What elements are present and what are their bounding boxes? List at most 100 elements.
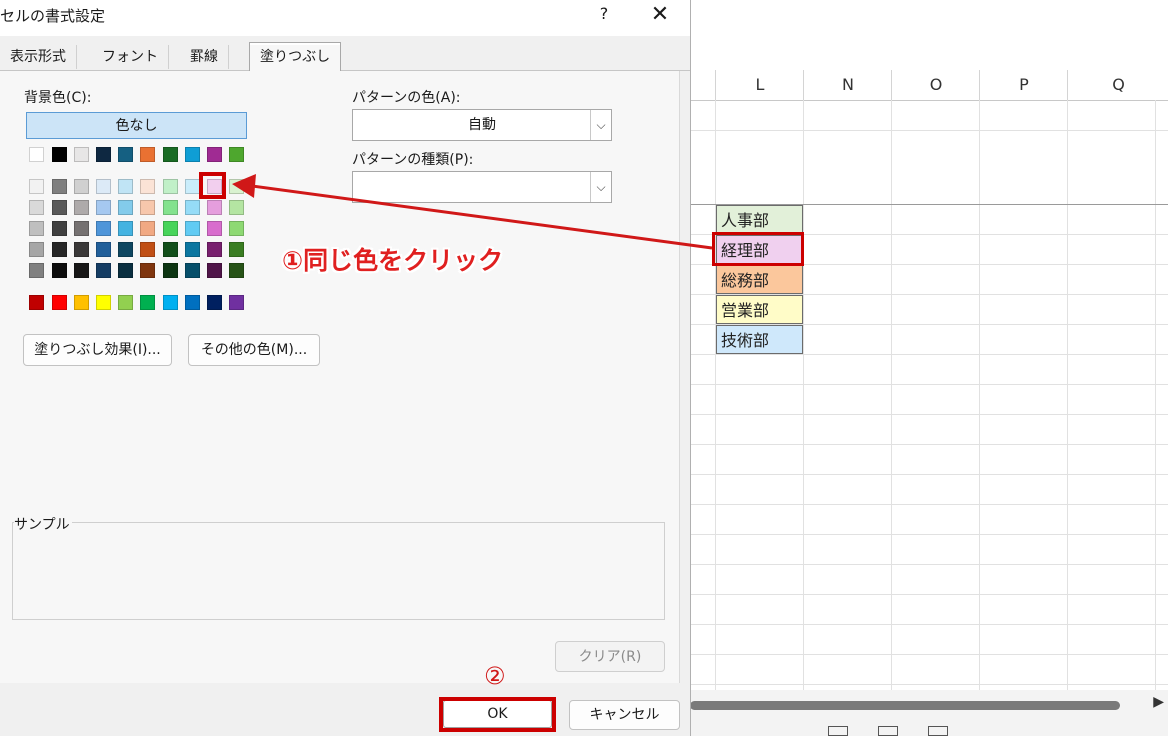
theme-tint-swatch[interactable] <box>52 263 67 278</box>
theme-tint-swatch[interactable] <box>229 179 244 194</box>
standard-color-swatch[interactable] <box>74 295 89 310</box>
theme-tint-swatch[interactable] <box>74 242 89 257</box>
tab-border[interactable]: 罫線 <box>180 45 229 69</box>
theme-tint-swatch[interactable] <box>29 242 44 257</box>
column-header-n[interactable]: N <box>803 70 892 100</box>
theme-color-swatch[interactable] <box>140 147 155 162</box>
standard-color-swatch[interactable] <box>96 295 111 310</box>
tab-number[interactable]: 表示形式 <box>0 45 77 69</box>
standard-color-swatch[interactable] <box>29 295 44 310</box>
standard-color-swatch[interactable] <box>229 295 244 310</box>
cancel-button[interactable]: キャンセル <box>569 700 680 730</box>
cell-eigyobu[interactable]: 営業部 <box>716 295 803 324</box>
more-colors-button[interactable]: その他の色(M)... <box>188 334 320 366</box>
scroll-right-arrow-icon[interactable]: ▶ <box>1153 694 1164 710</box>
no-color-button[interactable]: 色なし <box>26 112 247 139</box>
column-header-o[interactable]: O <box>891 70 980 100</box>
theme-tint-swatch[interactable] <box>163 179 178 194</box>
theme-tint-swatch[interactable] <box>229 263 244 278</box>
column-header-p[interactable]: P <box>979 70 1068 100</box>
theme-color-swatch[interactable] <box>229 147 244 162</box>
theme-tint-swatch[interactable] <box>185 221 200 236</box>
standard-color-swatch[interactable] <box>118 295 133 310</box>
theme-tint-swatch[interactable] <box>118 179 133 194</box>
normal-view-icon[interactable] <box>828 726 848 736</box>
theme-tint-swatch[interactable] <box>140 200 155 215</box>
theme-tint-swatch[interactable] <box>118 242 133 257</box>
dialog-titlebar[interactable]: セルの書式設定 ? ✕ <box>0 0 690 36</box>
fill-effects-button[interactable]: 塗りつぶし効果(I)... <box>23 334 172 366</box>
cell-jinjibu[interactable]: 人事部 <box>716 205 803 234</box>
theme-tint-swatch[interactable] <box>140 179 155 194</box>
chevron-down-icon[interactable]: ⌵ <box>590 172 611 202</box>
pattern-style-select[interactable]: ⌵ <box>352 171 612 203</box>
standard-color-swatch[interactable] <box>163 295 178 310</box>
theme-tint-swatch[interactable] <box>163 242 178 257</box>
theme-tint-swatch[interactable] <box>140 221 155 236</box>
theme-tint-swatch[interactable] <box>229 242 244 257</box>
theme-tint-swatch[interactable] <box>74 221 89 236</box>
theme-tint-swatch[interactable] <box>29 221 44 236</box>
standard-color-swatch[interactable] <box>185 295 200 310</box>
theme-tint-swatch[interactable] <box>163 263 178 278</box>
chevron-down-icon[interactable]: ⌵ <box>590 110 611 140</box>
theme-tint-swatch[interactable] <box>96 263 111 278</box>
theme-tint-swatch[interactable] <box>52 179 67 194</box>
theme-tint-swatch[interactable] <box>74 200 89 215</box>
theme-color-swatch[interactable] <box>29 147 44 162</box>
theme-tint-swatch[interactable] <box>185 200 200 215</box>
theme-tint-swatch[interactable] <box>29 200 44 215</box>
theme-tint-swatch[interactable] <box>96 242 111 257</box>
clear-button[interactable]: クリア(R) <box>555 641 665 672</box>
theme-tint-swatch[interactable] <box>185 242 200 257</box>
standard-color-swatch[interactable] <box>207 295 222 310</box>
pattern-color-select[interactable]: 自動 ⌵ <box>352 109 612 141</box>
theme-tint-swatch[interactable] <box>185 179 200 194</box>
theme-color-swatch[interactable] <box>185 147 200 162</box>
page-break-view-icon[interactable] <box>928 726 948 736</box>
close-button[interactable]: ✕ <box>646 2 674 30</box>
theme-tint-swatch[interactable] <box>52 221 67 236</box>
theme-color-swatch[interactable] <box>74 147 89 162</box>
theme-tint-swatch[interactable] <box>96 221 111 236</box>
page-layout-view-icon[interactable] <box>878 726 898 736</box>
theme-color-swatch[interactable] <box>118 147 133 162</box>
theme-tint-swatch[interactable] <box>207 221 222 236</box>
horizontal-scrollbar[interactable]: ▶ <box>690 690 1168 720</box>
theme-tint-swatch[interactable] <box>185 263 200 278</box>
help-button[interactable]: ? <box>592 4 616 28</box>
theme-tint-swatch[interactable] <box>52 242 67 257</box>
theme-tint-swatch[interactable] <box>96 179 111 194</box>
theme-tint-swatch[interactable] <box>29 263 44 278</box>
theme-tint-swatch[interactable] <box>74 263 89 278</box>
theme-tint-swatch[interactable] <box>207 242 222 257</box>
standard-color-swatch[interactable] <box>52 295 67 310</box>
theme-tint-swatch[interactable] <box>229 200 244 215</box>
tab-font[interactable]: フォント <box>92 45 169 69</box>
theme-tint-swatch[interactable] <box>29 179 44 194</box>
theme-tint-swatch[interactable] <box>118 221 133 236</box>
theme-tint-swatch[interactable] <box>52 200 67 215</box>
tab-fill[interactable]: 塗りつぶし <box>249 42 342 71</box>
theme-tint-swatch[interactable] <box>96 200 111 215</box>
theme-tint-swatch[interactable] <box>229 221 244 236</box>
theme-tint-swatch[interactable] <box>207 263 222 278</box>
theme-tint-swatch[interactable] <box>74 179 89 194</box>
standard-color-swatch[interactable] <box>140 295 155 310</box>
theme-tint-swatch[interactable] <box>163 200 178 215</box>
theme-tint-swatch[interactable] <box>163 221 178 236</box>
cell-gijutsubu[interactable]: 技術部 <box>716 325 803 354</box>
theme-color-swatch[interactable] <box>96 147 111 162</box>
column-header-q[interactable]: Q <box>1067 70 1168 100</box>
theme-color-swatch[interactable] <box>207 147 222 162</box>
scrollbar-thumb[interactable] <box>690 701 1120 710</box>
theme-color-swatch[interactable] <box>52 147 67 162</box>
cell-somubu[interactable]: 総務部 <box>716 265 803 294</box>
column-header-l[interactable]: L <box>715 70 804 100</box>
theme-tint-swatch[interactable] <box>140 242 155 257</box>
theme-color-swatch[interactable] <box>163 147 178 162</box>
theme-tint-swatch[interactable] <box>118 200 133 215</box>
theme-tint-swatch[interactable] <box>207 200 222 215</box>
theme-tint-swatch[interactable] <box>118 263 133 278</box>
theme-tint-swatch[interactable] <box>140 263 155 278</box>
